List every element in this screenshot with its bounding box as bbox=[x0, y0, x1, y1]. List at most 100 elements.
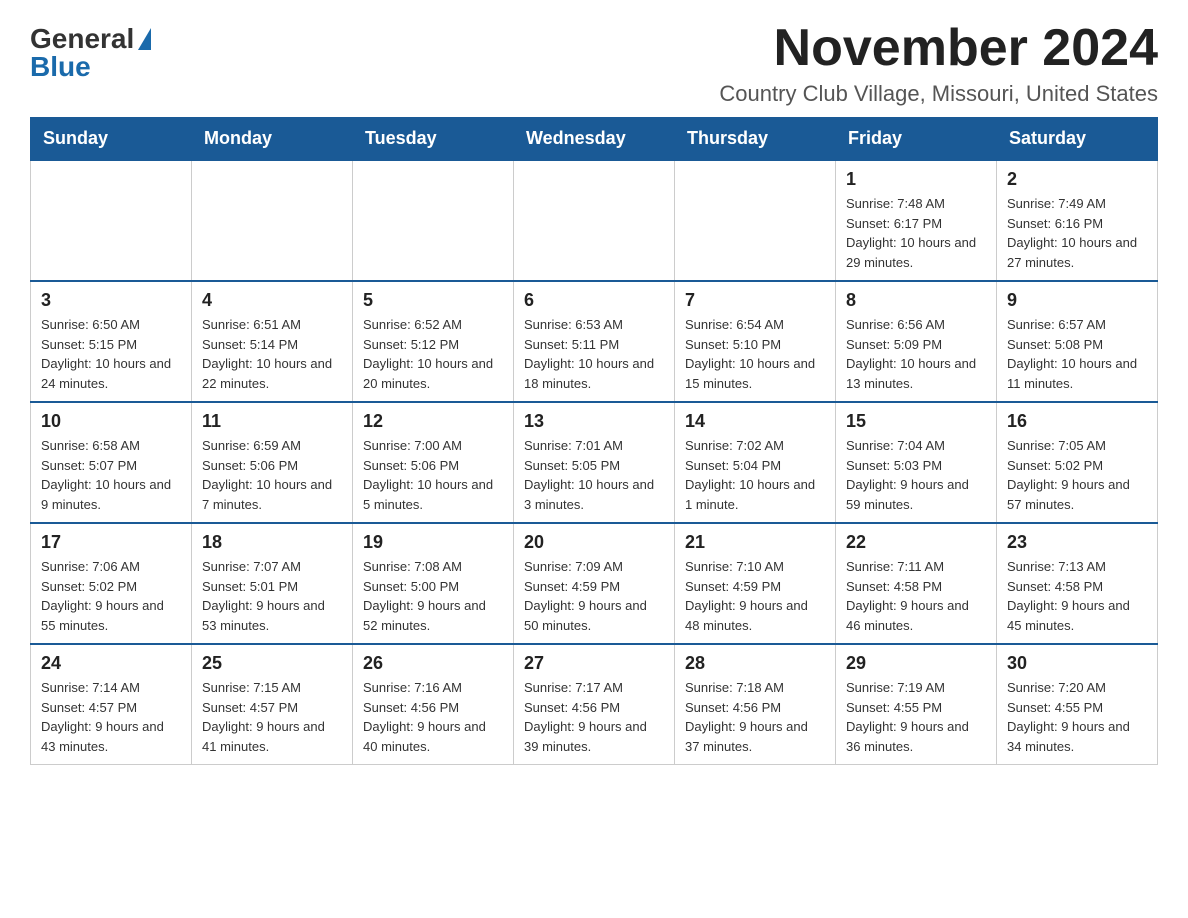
calendar-cell: 2Sunrise: 7:49 AM Sunset: 6:16 PM Daylig… bbox=[997, 160, 1158, 281]
calendar-week-1: 1Sunrise: 7:48 AM Sunset: 6:17 PM Daylig… bbox=[31, 160, 1158, 281]
day-info: Sunrise: 7:14 AM Sunset: 4:57 PM Dayligh… bbox=[41, 678, 181, 756]
calendar-cell: 29 Sunrise: 7:19 AM Sunset: 4:55 PM Dayli… bbox=[836, 644, 997, 765]
day-number: 25 bbox=[202, 653, 342, 674]
day-info: Sunrise: 6:56 AM Sunset: 5:09 PM Dayligh… bbox=[846, 315, 986, 393]
weekday-header-monday: Monday bbox=[192, 118, 353, 161]
calendar-cell bbox=[514, 160, 675, 281]
calendar-cell bbox=[353, 160, 514, 281]
location-subtitle: Country Club Village, Missouri, United S… bbox=[719, 81, 1158, 107]
day-info: Sunrise: 7:19 AM Sunset: 4:55 PM Dayligh… bbox=[846, 678, 986, 756]
calendar-cell: 1Sunrise: 7:48 AM Sunset: 6:17 PM Daylig… bbox=[836, 160, 997, 281]
day-info: Sunrise: 7:15 AM Sunset: 4:57 PM Dayligh… bbox=[202, 678, 342, 756]
calendar-cell: 26 Sunrise: 7:16 AM Sunset: 4:56 PM Dayli… bbox=[353, 644, 514, 765]
day-number: 30 bbox=[1007, 653, 1147, 674]
weekday-header-thursday: Thursday bbox=[675, 118, 836, 161]
day-number: 4 bbox=[202, 290, 342, 311]
calendar-cell: 27 Sunrise: 7:17 AM Sunset: 4:56 PM Dayli… bbox=[514, 644, 675, 765]
day-info: Sunrise: 6:51 AM Sunset: 5:14 PM Dayligh… bbox=[202, 315, 342, 393]
day-number: 11 bbox=[202, 411, 342, 432]
day-number: 29 bbox=[846, 653, 986, 674]
calendar-cell: 30 Sunrise: 7:20 AM Sunset: 4:55 PM Dayli… bbox=[997, 644, 1158, 765]
calendar-cell: 9 Sunrise: 6:57 AM Sunset: 5:08 PM Daylig… bbox=[997, 281, 1158, 402]
calendar-table: SundayMondayTuesdayWednesdayThursdayFrid… bbox=[30, 117, 1158, 765]
day-info: Sunrise: 7:09 AM Sunset: 4:59 PM Dayligh… bbox=[524, 557, 664, 635]
day-number: 10 bbox=[41, 411, 181, 432]
calendar-cell: 6 Sunrise: 6:53 AM Sunset: 5:11 PM Daylig… bbox=[514, 281, 675, 402]
calendar-cell: 15 Sunrise: 7:04 AM Sunset: 5:03 PM Dayli… bbox=[836, 402, 997, 523]
calendar-cell: 13 Sunrise: 7:01 AM Sunset: 5:05 PM Dayli… bbox=[514, 402, 675, 523]
day-info: Sunrise: 7:01 AM Sunset: 5:05 PM Dayligh… bbox=[524, 436, 664, 514]
day-info: Sunrise: 6:59 AM Sunset: 5:06 PM Dayligh… bbox=[202, 436, 342, 514]
day-info: Sunrise: 7:11 AM Sunset: 4:58 PM Dayligh… bbox=[846, 557, 986, 635]
day-number: 19 bbox=[363, 532, 503, 553]
day-info: Sunrise: 7:02 AM Sunset: 5:04 PM Dayligh… bbox=[685, 436, 825, 514]
logo: General Blue bbox=[30, 20, 151, 81]
day-info: Sunrise: 7:10 AM Sunset: 4:59 PM Dayligh… bbox=[685, 557, 825, 635]
day-info: Sunrise: 6:54 AM Sunset: 5:10 PM Dayligh… bbox=[685, 315, 825, 393]
calendar-cell: 28 Sunrise: 7:18 AM Sunset: 4:56 PM Dayli… bbox=[675, 644, 836, 765]
day-number: 27 bbox=[524, 653, 664, 674]
calendar-cell: 8 Sunrise: 6:56 AM Sunset: 5:09 PM Daylig… bbox=[836, 281, 997, 402]
weekday-header-saturday: Saturday bbox=[997, 118, 1158, 161]
calendar-cell bbox=[675, 160, 836, 281]
title-section: November 2024 Country Club Village, Miss… bbox=[719, 20, 1158, 107]
month-title: November 2024 bbox=[719, 20, 1158, 77]
logo-general-text: General bbox=[30, 25, 134, 53]
day-number: 14 bbox=[685, 411, 825, 432]
day-info: Sunrise: 7:00 AM Sunset: 5:06 PM Dayligh… bbox=[363, 436, 503, 514]
day-number: 1 bbox=[846, 169, 986, 190]
day-number: 8 bbox=[846, 290, 986, 311]
day-number: 20 bbox=[524, 532, 664, 553]
day-info: Sunrise: 7:16 AM Sunset: 4:56 PM Dayligh… bbox=[363, 678, 503, 756]
day-info: Sunrise: 7:08 AM Sunset: 5:00 PM Dayligh… bbox=[363, 557, 503, 635]
day-number: 24 bbox=[41, 653, 181, 674]
calendar-cell: 7Sunrise: 6:54 AM Sunset: 5:10 PM Daylig… bbox=[675, 281, 836, 402]
calendar-cell: 5 Sunrise: 6:52 AM Sunset: 5:12 PM Daylig… bbox=[353, 281, 514, 402]
day-info: Sunrise: 7:07 AM Sunset: 5:01 PM Dayligh… bbox=[202, 557, 342, 635]
calendar-cell: 11 Sunrise: 6:59 AM Sunset: 5:06 PM Dayli… bbox=[192, 402, 353, 523]
day-info: Sunrise: 7:13 AM Sunset: 4:58 PM Dayligh… bbox=[1007, 557, 1147, 635]
day-number: 6 bbox=[524, 290, 664, 311]
calendar-cell: 19 Sunrise: 7:08 AM Sunset: 5:00 PM Dayli… bbox=[353, 523, 514, 644]
calendar-cell: 21 Sunrise: 7:10 AM Sunset: 4:59 PM Dayli… bbox=[675, 523, 836, 644]
calendar-cell: 12 Sunrise: 7:00 AM Sunset: 5:06 PM Dayli… bbox=[353, 402, 514, 523]
day-number: 23 bbox=[1007, 532, 1147, 553]
calendar-cell bbox=[192, 160, 353, 281]
calendar-cell: 16 Sunrise: 7:05 AM Sunset: 5:02 PM Dayli… bbox=[997, 402, 1158, 523]
day-number: 21 bbox=[685, 532, 825, 553]
calendar-week-4: 17 Sunrise: 7:06 AM Sunset: 5:02 PM Dayli… bbox=[31, 523, 1158, 644]
day-number: 17 bbox=[41, 532, 181, 553]
day-info: Sunrise: 6:50 AM Sunset: 5:15 PM Dayligh… bbox=[41, 315, 181, 393]
day-info: Sunrise: 7:20 AM Sunset: 4:55 PM Dayligh… bbox=[1007, 678, 1147, 756]
day-number: 3 bbox=[41, 290, 181, 311]
day-info: Sunrise: 6:57 AM Sunset: 5:08 PM Dayligh… bbox=[1007, 315, 1147, 393]
calendar-cell: 24 Sunrise: 7:14 AM Sunset: 4:57 PM Dayli… bbox=[31, 644, 192, 765]
day-info: Sunrise: 7:49 AM Sunset: 6:16 PM Dayligh… bbox=[1007, 194, 1147, 272]
day-number: 22 bbox=[846, 532, 986, 553]
day-number: 15 bbox=[846, 411, 986, 432]
day-info: Sunrise: 7:18 AM Sunset: 4:56 PM Dayligh… bbox=[685, 678, 825, 756]
day-number: 18 bbox=[202, 532, 342, 553]
weekday-header-tuesday: Tuesday bbox=[353, 118, 514, 161]
day-number: 16 bbox=[1007, 411, 1147, 432]
calendar-cell: 4 Sunrise: 6:51 AM Sunset: 5:14 PM Daylig… bbox=[192, 281, 353, 402]
day-number: 26 bbox=[363, 653, 503, 674]
day-number: 5 bbox=[363, 290, 503, 311]
day-info: Sunrise: 6:52 AM Sunset: 5:12 PM Dayligh… bbox=[363, 315, 503, 393]
calendar-cell: 23 Sunrise: 7:13 AM Sunset: 4:58 PM Dayli… bbox=[997, 523, 1158, 644]
day-info: Sunrise: 7:06 AM Sunset: 5:02 PM Dayligh… bbox=[41, 557, 181, 635]
weekday-header-wednesday: Wednesday bbox=[514, 118, 675, 161]
calendar-cell: 25 Sunrise: 7:15 AM Sunset: 4:57 PM Dayli… bbox=[192, 644, 353, 765]
day-number: 12 bbox=[363, 411, 503, 432]
day-number: 9 bbox=[1007, 290, 1147, 311]
calendar-week-2: 3 Sunrise: 6:50 AM Sunset: 5:15 PM Daylig… bbox=[31, 281, 1158, 402]
page-header: General Blue November 2024 Country Club … bbox=[30, 20, 1158, 107]
calendar-week-5: 24 Sunrise: 7:14 AM Sunset: 4:57 PM Dayli… bbox=[31, 644, 1158, 765]
day-info: Sunrise: 7:17 AM Sunset: 4:56 PM Dayligh… bbox=[524, 678, 664, 756]
calendar-header-row: SundayMondayTuesdayWednesdayThursdayFrid… bbox=[31, 118, 1158, 161]
day-info: Sunrise: 6:53 AM Sunset: 5:11 PM Dayligh… bbox=[524, 315, 664, 393]
day-number: 28 bbox=[685, 653, 825, 674]
day-number: 13 bbox=[524, 411, 664, 432]
day-info: Sunrise: 7:04 AM Sunset: 5:03 PM Dayligh… bbox=[846, 436, 986, 514]
day-info: Sunrise: 7:05 AM Sunset: 5:02 PM Dayligh… bbox=[1007, 436, 1147, 514]
